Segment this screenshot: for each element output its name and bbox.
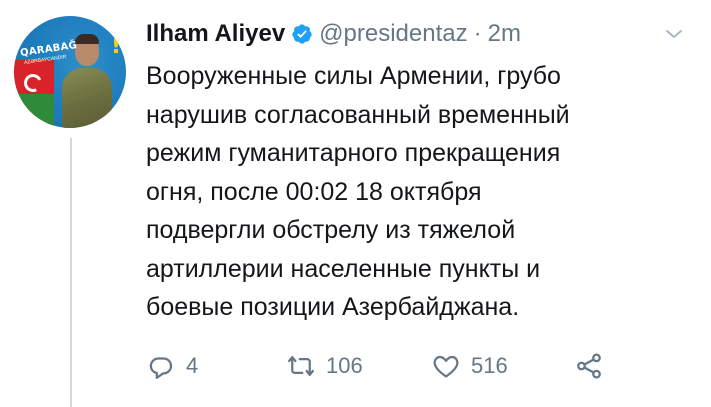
chevron-down-icon[interactable]: [662, 22, 686, 46]
tweet-text-line: Вооруженные силы Армении, грубо: [146, 62, 561, 90]
avatar-exclamation: !: [111, 34, 122, 59]
avatar-figure-body: [62, 68, 112, 128]
thread-line: [70, 138, 72, 407]
tweet-text-line: огня, после 00:02 18 октября: [146, 177, 482, 206]
user-handle[interactable]: @presidentaz: [319, 20, 467, 48]
like-count: 516: [471, 353, 508, 378]
header-separator: ·: [473, 20, 482, 47]
reply-button[interactable]: 4: [146, 346, 198, 386]
avatar[interactable]: QARABAĞ AZƏRBAYCANDIR !: [14, 16, 126, 128]
reply-icon: [149, 357, 173, 379]
retweet-count: 106: [326, 353, 363, 378]
tweet-text: Вооруженные силы Армении, грубо нарушив …: [146, 57, 686, 327]
share-button[interactable]: [574, 346, 604, 386]
tweet-text-line: подвергли обстрелу из тяжелой: [146, 216, 516, 244]
verified-badge-icon: [291, 23, 313, 45]
display-name[interactable]: Ilham Aliyev: [146, 20, 285, 48]
reply-count: 4: [186, 353, 199, 378]
retweet-button[interactable]: 106: [286, 346, 363, 386]
tweet-text-line: боевые позиции Азербайджана.: [146, 293, 520, 321]
heart-icon: [433, 355, 459, 378]
share-icon: [577, 353, 601, 379]
tweet-text-line: нарушив согласованный временный: [146, 100, 570, 129]
retweet-icon: [288, 356, 314, 376]
like-button[interactable]: 516: [431, 346, 508, 386]
tweet-text-line: артиллерии населенные пункты и: [146, 254, 541, 283]
tweet-timestamp[interactable]: 2m: [488, 20, 521, 48]
tweet-header: Ilham Aliyev @presidentaz · 2m: [146, 14, 521, 54]
tweet-text-line: режим гуманитарного прекращения: [146, 139, 561, 167]
avatar-figure-hair: [75, 34, 99, 44]
flag-stripe-green: [14, 94, 54, 128]
